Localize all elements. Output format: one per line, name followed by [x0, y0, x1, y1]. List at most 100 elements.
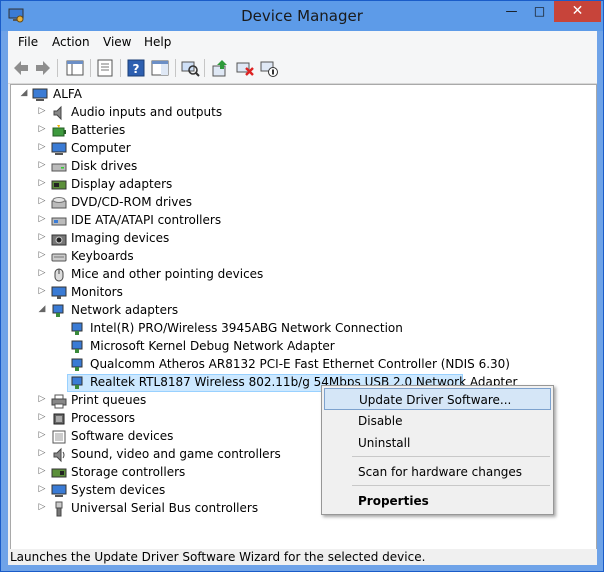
toolbar-divider [175, 59, 176, 77]
toolbar-divider [120, 59, 121, 77]
tree-category-network-adapters[interactable]: ◢ Network adapters [11, 302, 596, 320]
tree-category-label: Keyboards [71, 249, 134, 263]
action-pane-icon[interactable] [150, 58, 170, 78]
menu-help[interactable]: Help [144, 35, 171, 49]
dvd-drive-icon [51, 197, 67, 209]
tree-category-mice[interactable]: ▷ Mice and other pointing devices [11, 266, 596, 284]
menu-item-label: Uninstall [358, 436, 411, 450]
tree-root-label: ALFA [53, 87, 82, 101]
tree-device-microsoft[interactable]: Microsoft Kernel Debug Network Adapter [11, 338, 596, 356]
uninstall-device-icon[interactable] [235, 58, 255, 78]
collapse-arrow-icon[interactable]: ◢ [19, 88, 29, 98]
computer-icon [32, 88, 48, 101]
toolbar-divider [57, 59, 58, 77]
tree-category-label: System devices [71, 483, 166, 497]
tree-device-label: Microsoft Kernel Debug Network Adapter [90, 339, 335, 353]
minimize-button[interactable]: — [498, 1, 525, 22]
tree-category-imaging[interactable]: ▷ Imaging devices [11, 230, 596, 248]
tree-category-label: Mice and other pointing devices [71, 267, 264, 281]
properties-icon[interactable] [95, 58, 115, 78]
expand-arrow-icon[interactable]: ▷ [37, 268, 47, 278]
tree-category-batteries[interactable]: ▷ Batteries [11, 122, 596, 140]
tree-category-label: Disk drives [71, 159, 138, 173]
expand-arrow-icon[interactable]: ▷ [37, 448, 47, 458]
expand-arrow-icon[interactable]: ▷ [37, 106, 47, 116]
expand-arrow-icon[interactable]: ▷ [37, 430, 47, 440]
display-adapter-icon [51, 180, 67, 190]
uninstall-menu-item[interactable]: Uninstall [324, 432, 551, 454]
expand-arrow-icon[interactable]: ▷ [37, 286, 47, 296]
tree-category-label: Print queues [71, 393, 147, 407]
expand-arrow-icon[interactable]: ▷ [37, 394, 47, 404]
monitor-icon [51, 286, 67, 299]
computer-icon [51, 142, 67, 155]
expand-arrow-icon[interactable]: ▷ [37, 196, 47, 206]
tree-category-label: Monitors [71, 285, 123, 299]
menu-separator [352, 456, 550, 457]
speaker-icon [53, 105, 62, 121]
show-hide-console-tree-icon[interactable] [65, 58, 85, 78]
close-button[interactable]: ✕ [554, 1, 601, 22]
tree-category-display-adapters[interactable]: ▷ Display adapters [11, 176, 596, 194]
properties-menu-item[interactable]: Properties [324, 490, 551, 512]
help-icon[interactable]: ? [126, 58, 146, 78]
tree-category-label: Software devices [71, 429, 174, 443]
update-driver-icon[interactable] [210, 58, 230, 78]
maximize-button[interactable]: □ [526, 1, 553, 22]
disable-device-icon[interactable] [259, 58, 279, 78]
menu-bar: File Action View Help [8, 31, 597, 53]
tree-device-intel[interactable]: Intel(R) PRO/Wireless 3945ABG Network Co… [11, 320, 596, 338]
disk-drive-icon [51, 163, 67, 172]
disable-menu-item[interactable]: Disable [324, 410, 551, 432]
tree-category-dvd[interactable]: ▷ DVD/CD-ROM drives [11, 194, 596, 212]
expand-arrow-icon[interactable]: ▷ [37, 178, 47, 188]
tree-device-qualcomm[interactable]: Qualcomm Atheros AR8132 PCI-E Fast Ether… [11, 356, 596, 374]
mouse-icon [54, 268, 64, 282]
status-text: Launches the Update Driver Software Wiza… [10, 550, 426, 564]
menu-action[interactable]: Action [52, 35, 90, 49]
tree-root[interactable]: ◢ ALFA [11, 86, 596, 104]
menu-item-label: Scan for hardware changes [358, 465, 523, 479]
menu-separator [352, 485, 550, 486]
tree-category-monitors[interactable]: ▷ Monitors [11, 284, 596, 302]
expand-arrow-icon[interactable]: ▷ [37, 484, 47, 494]
battery-icon [52, 125, 66, 137]
expand-arrow-icon[interactable]: ▷ [37, 160, 47, 170]
tree-category-audio[interactable]: ▷ Audio inputs and outputs [11, 104, 596, 122]
tree-category-label: Processors [71, 411, 136, 425]
update-driver-software-menu-item[interactable]: Update Driver Software... [324, 388, 551, 410]
tree-category-label: Batteries [71, 123, 126, 137]
expand-arrow-icon[interactable]: ▷ [37, 502, 47, 512]
title-bar[interactable]: Device Manager — □ ✕ [1, 1, 603, 31]
forward-arrow-icon[interactable] [33, 58, 53, 78]
expand-arrow-icon[interactable]: ▷ [37, 232, 47, 242]
tree-category-ide[interactable]: ▷ IDE ATA/ATAPI controllers [11, 212, 596, 230]
tree-category-label: Network adapters [71, 303, 179, 317]
scan-hardware-icon[interactable] [180, 58, 200, 78]
tree-device-label: Intel(R) PRO/Wireless 3945ABG Network Co… [90, 321, 403, 335]
system-device-icon [51, 484, 67, 497]
tree-category-label: IDE ATA/ATAPI controllers [71, 213, 222, 227]
back-arrow-icon[interactable] [11, 58, 31, 78]
menu-view[interactable]: View [103, 35, 131, 49]
network-adapter-icon [71, 376, 83, 389]
expand-arrow-icon[interactable]: ▷ [37, 466, 47, 476]
collapse-arrow-icon[interactable]: ◢ [37, 304, 47, 314]
network-adapter-icon [71, 340, 83, 353]
tree-category-computer[interactable]: ▷ Computer [11, 140, 596, 158]
device-manager-window: Device Manager — □ ✕ File Action View He… [0, 0, 604, 572]
expand-arrow-icon[interactable]: ▷ [37, 142, 47, 152]
processor-icon [53, 413, 65, 425]
tree-category-keyboards[interactable]: ▷ Keyboards [11, 248, 596, 266]
status-bar: Launches the Update Driver Software Wiza… [8, 549, 597, 565]
tree-category-disk-drives[interactable]: ▷ Disk drives [11, 158, 596, 176]
toolbar-divider [90, 59, 91, 77]
expand-arrow-icon[interactable]: ▷ [37, 412, 47, 422]
expand-arrow-icon[interactable]: ▷ [37, 214, 47, 224]
menu-file[interactable]: File [18, 35, 38, 49]
tree-device-label: Qualcomm Atheros AR8132 PCI-E Fast Ether… [90, 357, 510, 371]
expand-arrow-icon[interactable]: ▷ [37, 124, 47, 134]
scan-hardware-menu-item[interactable]: Scan for hardware changes [324, 461, 551, 483]
expand-arrow-icon[interactable]: ▷ [37, 250, 47, 260]
toolbar: ? [8, 53, 597, 84]
